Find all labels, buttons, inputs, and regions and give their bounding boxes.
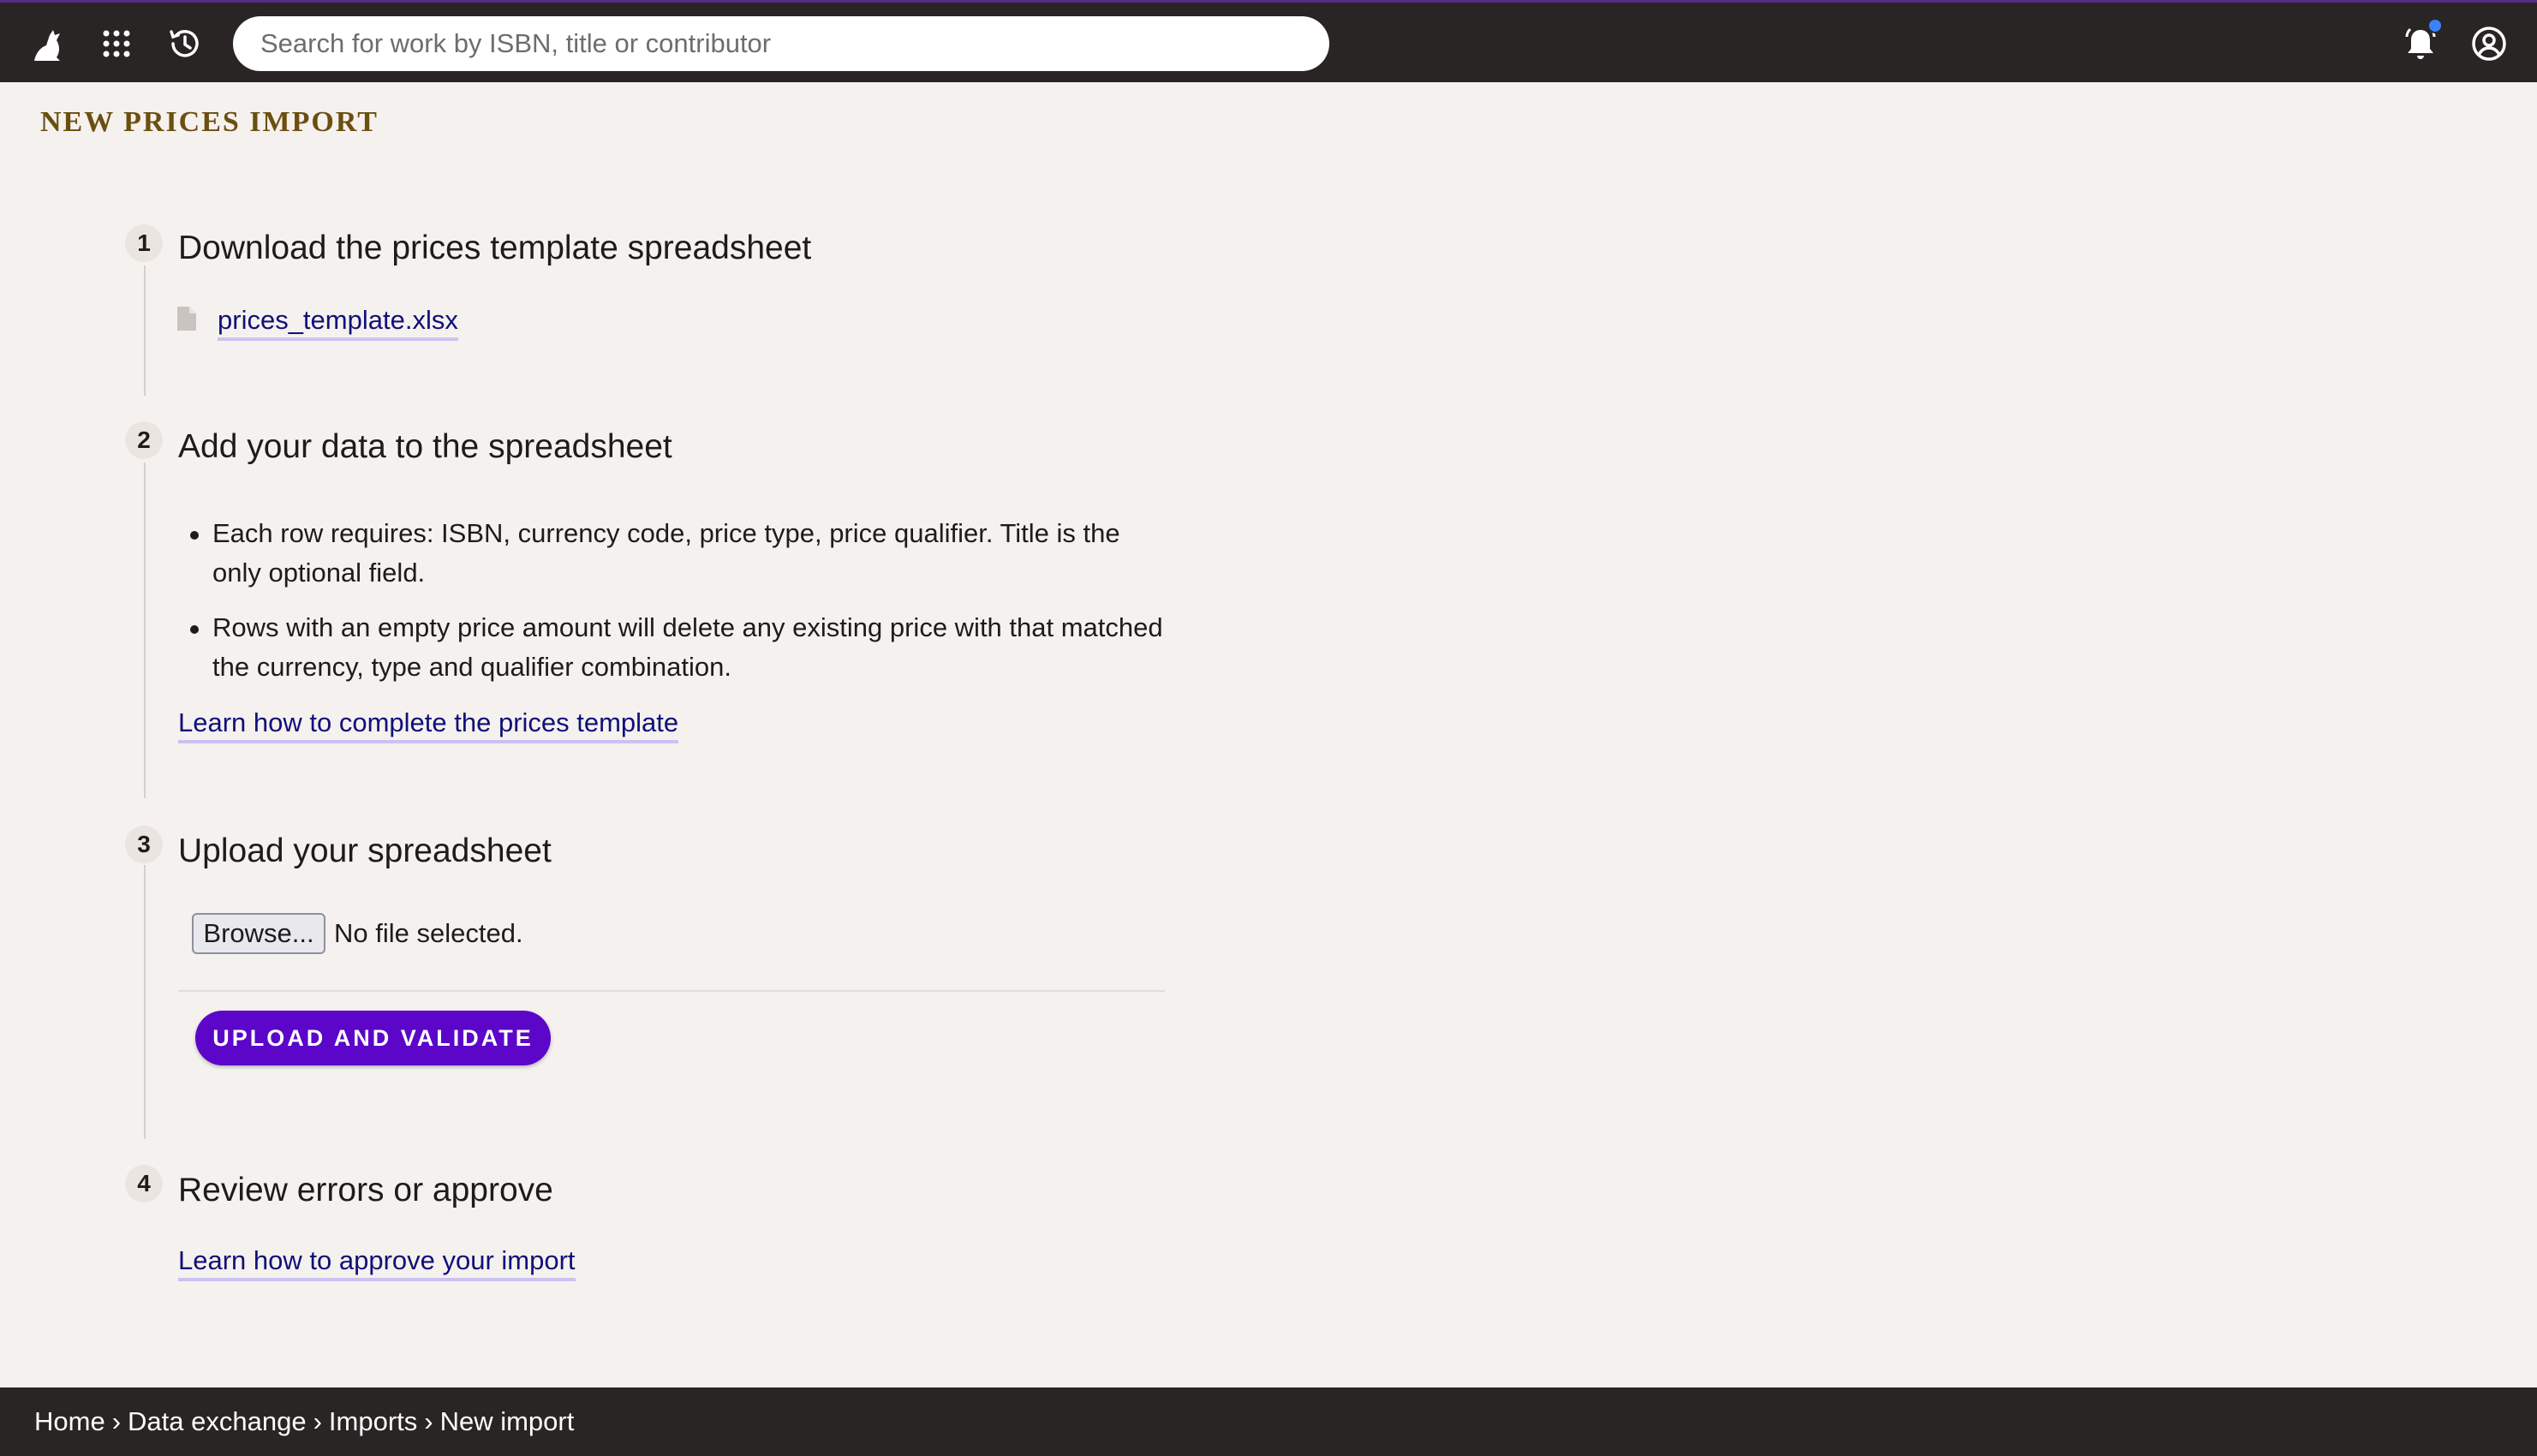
bell-icon[interactable]	[2395, 3, 2446, 85]
breadcrumb-home[interactable]: Home	[34, 1406, 105, 1437]
breadcrumb-data-exchange[interactable]: Data exchange	[128, 1406, 307, 1437]
learn-template-link[interactable]: Learn how to complete the prices templat…	[178, 707, 679, 743]
file-status: No file selected.	[334, 918, 523, 948]
list-item: Each row requires: ISBN, currency code, …	[190, 514, 1167, 593]
apps-grid-icon[interactable]	[91, 3, 142, 85]
upload-and-validate-button[interactable]: UPLOAD AND VALIDATE	[195, 1011, 551, 1065]
step-title: Download the prices template spreadsheet	[178, 230, 812, 266]
step-title: Upload your spreadsheet	[178, 832, 552, 869]
step-title: Add your data to the spreadsheet	[178, 428, 672, 465]
breadcrumb: Home › Data exchange › Imports › New imp…	[0, 1387, 2537, 1456]
requirements-list: Each row requires: ISBN, currency code, …	[190, 514, 1167, 702]
step-connector	[144, 462, 146, 798]
step-number: 3	[125, 826, 163, 863]
logo-icon[interactable]	[22, 3, 74, 85]
step-connector	[144, 266, 146, 396]
step-title: Review errors or approve	[178, 1172, 553, 1208]
top-bar	[0, 0, 2537, 82]
page-title: NEW PRICES IMPORT	[40, 106, 379, 138]
user-account-icon[interactable]	[2463, 3, 2515, 85]
notification-badge	[2427, 18, 2443, 33]
step-number: 1	[125, 224, 163, 262]
breadcrumb-current: New import	[439, 1406, 575, 1436]
breadcrumb-separator: ›	[424, 1406, 433, 1436]
learn-approve-link[interactable]: Learn how to approve your import	[178, 1245, 576, 1281]
step-number: 4	[125, 1165, 163, 1202]
file-icon	[177, 307, 196, 331]
step-connector	[144, 865, 146, 1139]
browse-button[interactable]: Browse...	[192, 913, 325, 954]
template-download-link[interactable]: prices_template.xlsx	[218, 305, 458, 341]
breadcrumb-separator: ›	[313, 1406, 322, 1436]
history-icon[interactable]	[159, 3, 211, 85]
list-item: Rows with an empty price amount will del…	[190, 608, 1167, 687]
step-number: 2	[125, 421, 163, 459]
breadcrumb-separator: ›	[111, 1406, 122, 1436]
breadcrumb-imports[interactable]: Imports	[329, 1406, 417, 1437]
divider	[178, 990, 1165, 992]
search-input[interactable]	[233, 16, 1329, 71]
